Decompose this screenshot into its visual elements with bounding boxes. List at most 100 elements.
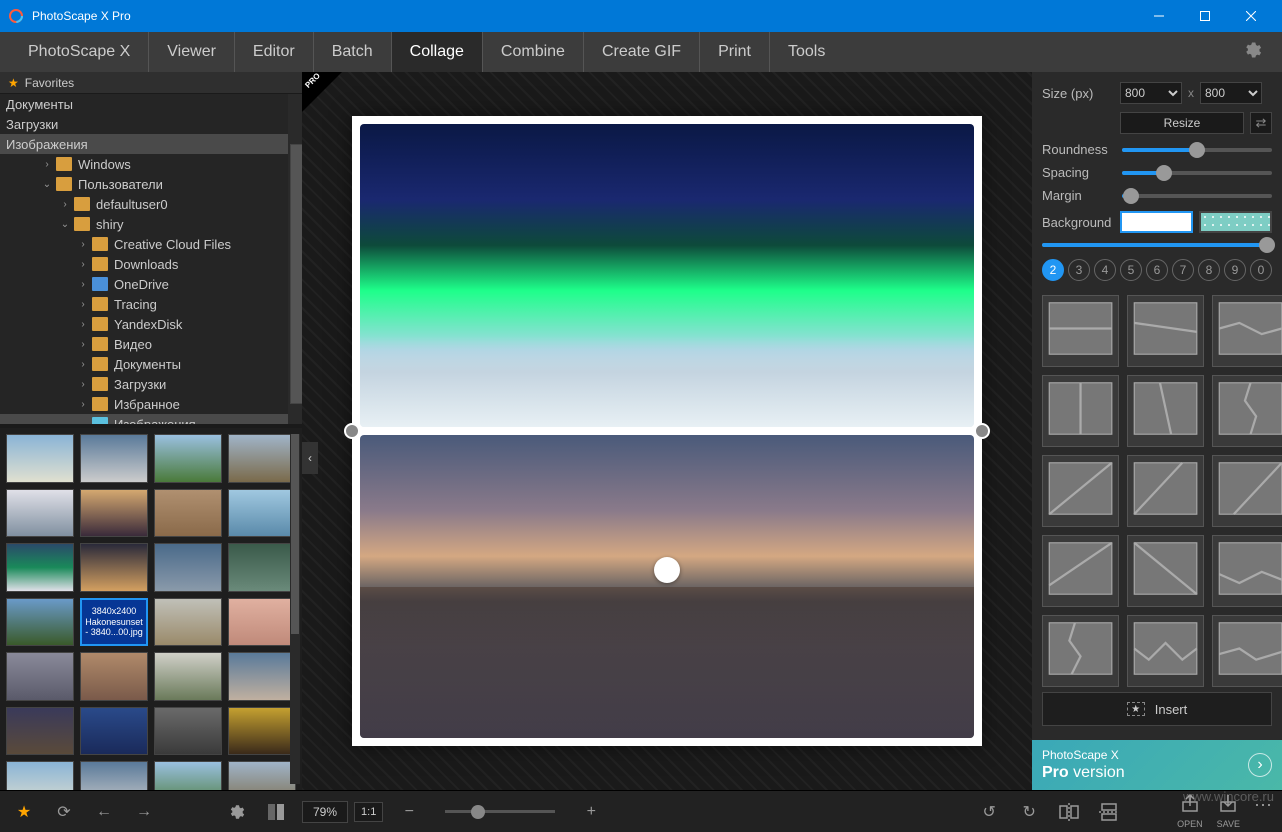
tree-item[interactable]: ›Видео [0,334,288,354]
collage-cell-2[interactable] [360,435,974,738]
tree-item[interactable]: ›Tracing [0,294,288,314]
layout-option[interactable] [1042,375,1119,447]
layout-option[interactable] [1212,535,1282,607]
thumbnail[interactable] [154,761,222,790]
tree-item-images[interactable]: ⌄Изображения [0,414,288,424]
thumbnail[interactable] [228,707,296,756]
tree-item[interactable]: ⌄shiry [0,214,288,234]
rotate-left-icon[interactable]: ↺ [975,798,1003,826]
canvas-area[interactable] [302,72,1032,790]
tree-root-downloads[interactable]: Загрузки [0,114,288,134]
thumbnail[interactable] [228,543,296,592]
layout-option[interactable] [1212,615,1282,687]
tab-batch[interactable]: Batch [314,32,392,72]
window-maximize-button[interactable] [1182,0,1228,32]
flip-horizontal-icon[interactable] [1055,798,1083,826]
tree-item[interactable]: ›defaultuser0 [0,194,288,214]
thumbnail[interactable] [228,489,296,538]
flip-vertical-icon[interactable] [1095,798,1123,826]
thumbnail[interactable] [80,652,148,701]
tree-item[interactable]: ›Downloads [0,254,288,274]
tab-print[interactable]: Print [700,32,770,72]
background-color-swatch[interactable] [1120,211,1193,233]
layout-option[interactable] [1212,295,1282,367]
count-4[interactable]: 4 [1094,259,1116,281]
zoom-percentage[interactable]: 79% [302,801,348,823]
roundness-slider[interactable] [1122,148,1272,152]
thumbnail[interactable] [228,761,296,790]
tab-photoscape-x[interactable]: PhotoScape X [10,32,149,72]
thumbnail[interactable] [228,598,296,647]
thumbnail[interactable] [154,707,222,756]
sidebar-collapse-button[interactable]: ‹ [302,442,318,474]
tree-root-images[interactable]: Изображения [0,134,288,154]
thumbnail[interactable] [154,543,222,592]
thumbnail[interactable] [228,652,296,701]
tab-collage[interactable]: Collage [392,32,483,72]
background-pattern-swatch[interactable] [1199,211,1272,233]
resize-button[interactable]: Resize [1120,112,1244,134]
insert-button[interactable]: ★ Insert [1042,692,1272,726]
tree-item[interactable]: ›Документы [0,354,288,374]
tree-item[interactable]: ›Загрузки [0,374,288,394]
pro-version-banner[interactable]: PhotoScape X Pro version › [1032,740,1282,790]
thumbnail-selected[interactable]: 3840x2400 Hakonesunset - 3840...00.jpg [80,598,148,647]
thumbnail[interactable] [6,652,74,701]
tree-item[interactable]: ›Windows [0,154,288,174]
rotate-right-icon[interactable]: ↻ [1015,798,1043,826]
swap-dimensions-icon[interactable]: ⇄ [1250,112,1272,134]
layout-option[interactable] [1042,295,1119,367]
count-6[interactable]: 6 [1146,259,1168,281]
count-3[interactable]: 3 [1068,259,1090,281]
count-5[interactable]: 5 [1120,259,1142,281]
thumbnail[interactable] [6,598,74,647]
more-button[interactable]: ⋯ [1254,795,1272,828]
refresh-icon[interactable]: ⟳ [50,798,78,826]
open-button[interactable]: OPEN [1177,794,1203,829]
tab-tools[interactable]: Tools [770,32,843,72]
layout-option[interactable] [1042,455,1119,527]
favorite-star-icon[interactable]: ★ [10,798,38,826]
back-icon[interactable]: ← [90,798,118,826]
count-2[interactable]: 2 [1042,259,1064,281]
thumbnail[interactable] [6,434,74,483]
thumbnail[interactable] [6,761,74,790]
zoom-out-icon[interactable]: − [395,798,423,826]
layout-option[interactable] [1127,295,1204,367]
tree-item[interactable]: ›Избранное [0,394,288,414]
zoom-actual-size-button[interactable]: 1:1 [354,802,383,822]
tab-create-gif[interactable]: Create GIF [584,32,700,72]
layout-option[interactable] [1212,455,1282,527]
thumbnail[interactable] [80,543,148,592]
zoom-in-icon[interactable]: + [577,798,605,826]
count-9[interactable]: 9 [1224,259,1246,281]
thumbnail[interactable] [154,598,222,647]
layout-option[interactable] [1042,615,1119,687]
thumbnail[interactable] [80,434,148,483]
height-select[interactable]: 800 [1200,82,1262,104]
forward-icon[interactable]: → [130,798,158,826]
width-select[interactable]: 800 [1120,82,1182,104]
thumbnail[interactable] [80,707,148,756]
thumbnail[interactable] [6,489,74,538]
count-7[interactable]: 7 [1172,259,1194,281]
thumbnail[interactable] [228,434,296,483]
layout-option[interactable] [1127,615,1204,687]
save-button[interactable]: SAVE [1217,794,1240,829]
tree-item[interactable]: ›Creative Cloud Files [0,234,288,254]
resize-handle-left[interactable] [344,423,360,439]
thumbnail[interactable] [6,707,74,756]
count-0[interactable]: 0 [1250,259,1272,281]
window-minimize-button[interactable] [1136,0,1182,32]
tab-viewer[interactable]: Viewer [149,32,235,72]
layout-option[interactable] [1212,375,1282,447]
folder-tree-scrollbar[interactable] [288,94,302,424]
thumbnail[interactable] [154,489,222,538]
zoom-slider[interactable] [445,810,555,813]
collage-cell-1[interactable] [360,124,974,427]
settings-icon[interactable] [222,798,250,826]
thumbnail[interactable] [6,543,74,592]
tab-editor[interactable]: Editor [235,32,314,72]
thumbnail[interactable] [154,652,222,701]
spacing-slider[interactable] [1122,171,1272,175]
